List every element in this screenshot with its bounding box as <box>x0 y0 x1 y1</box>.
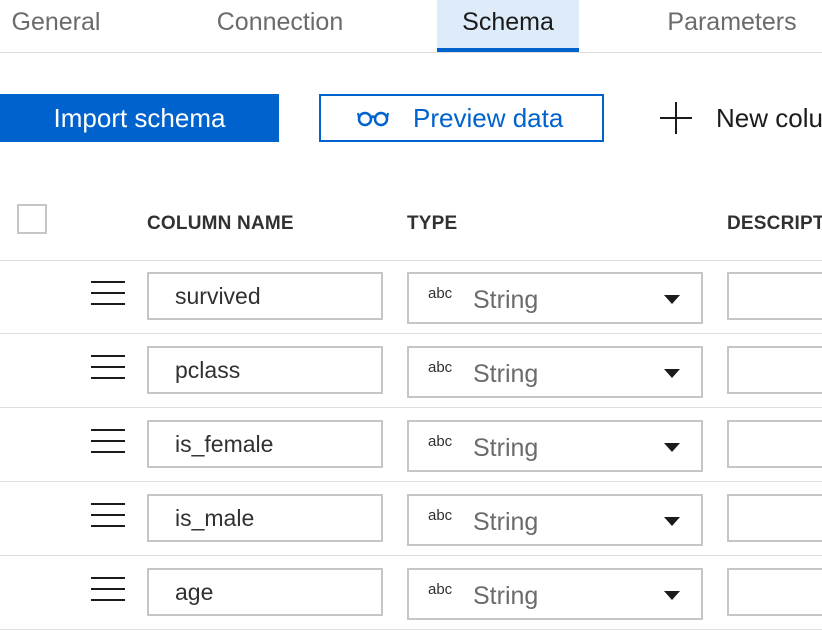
select-all-checkbox[interactable] <box>17 204 47 234</box>
table-row: is_female abc String <box>0 407 822 482</box>
tab-general[interactable]: General <box>0 0 112 52</box>
glasses-icon <box>357 111 389 127</box>
drag-handle-icon[interactable] <box>91 355 125 381</box>
type-value: String <box>473 508 539 536</box>
chevron-down-icon <box>664 369 680 378</box>
new-column-label: New colu <box>716 102 822 133</box>
drag-handle-icon[interactable] <box>91 281 125 307</box>
type-dropdown[interactable]: abc String <box>407 346 703 398</box>
import-schema-button[interactable]: Import schema <box>0 94 279 142</box>
plus-icon <box>660 102 692 134</box>
column-name-input[interactable]: pclass <box>147 346 383 394</box>
type-dropdown[interactable]: abc String <box>407 420 703 472</box>
description-input[interactable] <box>727 568 822 616</box>
type-dropdown[interactable]: abc String <box>407 494 703 546</box>
column-name-input[interactable]: survived <box>147 272 383 320</box>
drag-handle-icon[interactable] <box>91 429 125 455</box>
type-value: String <box>473 582 539 610</box>
column-name-input[interactable]: age <box>147 568 383 616</box>
tab-parameters[interactable]: Parameters <box>652 0 812 52</box>
type-value: String <box>473 434 539 462</box>
column-name-input[interactable]: is_male <box>147 494 383 542</box>
tab-schema[interactable]: Schema <box>437 0 579 52</box>
table-header: COLUMN NAME TYPE DESCRIPTI <box>0 190 822 261</box>
type-abbr: abc <box>428 507 453 524</box>
preview-data-label: Preview data <box>413 102 564 133</box>
table-row: survived abc String <box>0 259 822 334</box>
chevron-down-icon <box>664 443 680 452</box>
type-dropdown[interactable]: abc String <box>407 272 703 324</box>
description-input[interactable] <box>727 346 822 394</box>
import-schema-label: Import schema <box>53 102 226 133</box>
new-column-button[interactable]: New colu <box>658 94 822 142</box>
type-dropdown[interactable]: abc String <box>407 568 703 620</box>
type-abbr: abc <box>428 359 453 376</box>
chevron-down-icon <box>664 591 680 600</box>
type-abbr: abc <box>428 285 453 302</box>
chevron-down-icon <box>664 295 680 304</box>
table-row: pclass abc String <box>0 333 822 408</box>
drag-handle-icon[interactable] <box>91 577 125 603</box>
type-value: String <box>473 360 539 388</box>
table-row: age abc String <box>0 555 822 630</box>
type-abbr: abc <box>428 433 453 450</box>
header-column-name: COLUMN NAME <box>147 213 294 234</box>
header-type: TYPE <box>407 213 458 234</box>
description-input[interactable] <box>727 494 822 542</box>
description-input[interactable] <box>727 272 822 320</box>
preview-data-button[interactable]: Preview data <box>319 94 604 142</box>
column-name-input[interactable]: is_female <box>147 420 383 468</box>
table-row: is_male abc String <box>0 481 822 556</box>
header-description: DESCRIPTI <box>727 213 822 234</box>
type-value: String <box>473 286 539 314</box>
drag-handle-icon[interactable] <box>91 503 125 529</box>
description-input[interactable] <box>727 420 822 468</box>
type-abbr: abc <box>428 581 453 598</box>
tab-connection[interactable]: Connection <box>200 0 360 52</box>
chevron-down-icon <box>664 517 680 526</box>
tab-bar: General Connection Schema Parameters <box>0 0 822 53</box>
